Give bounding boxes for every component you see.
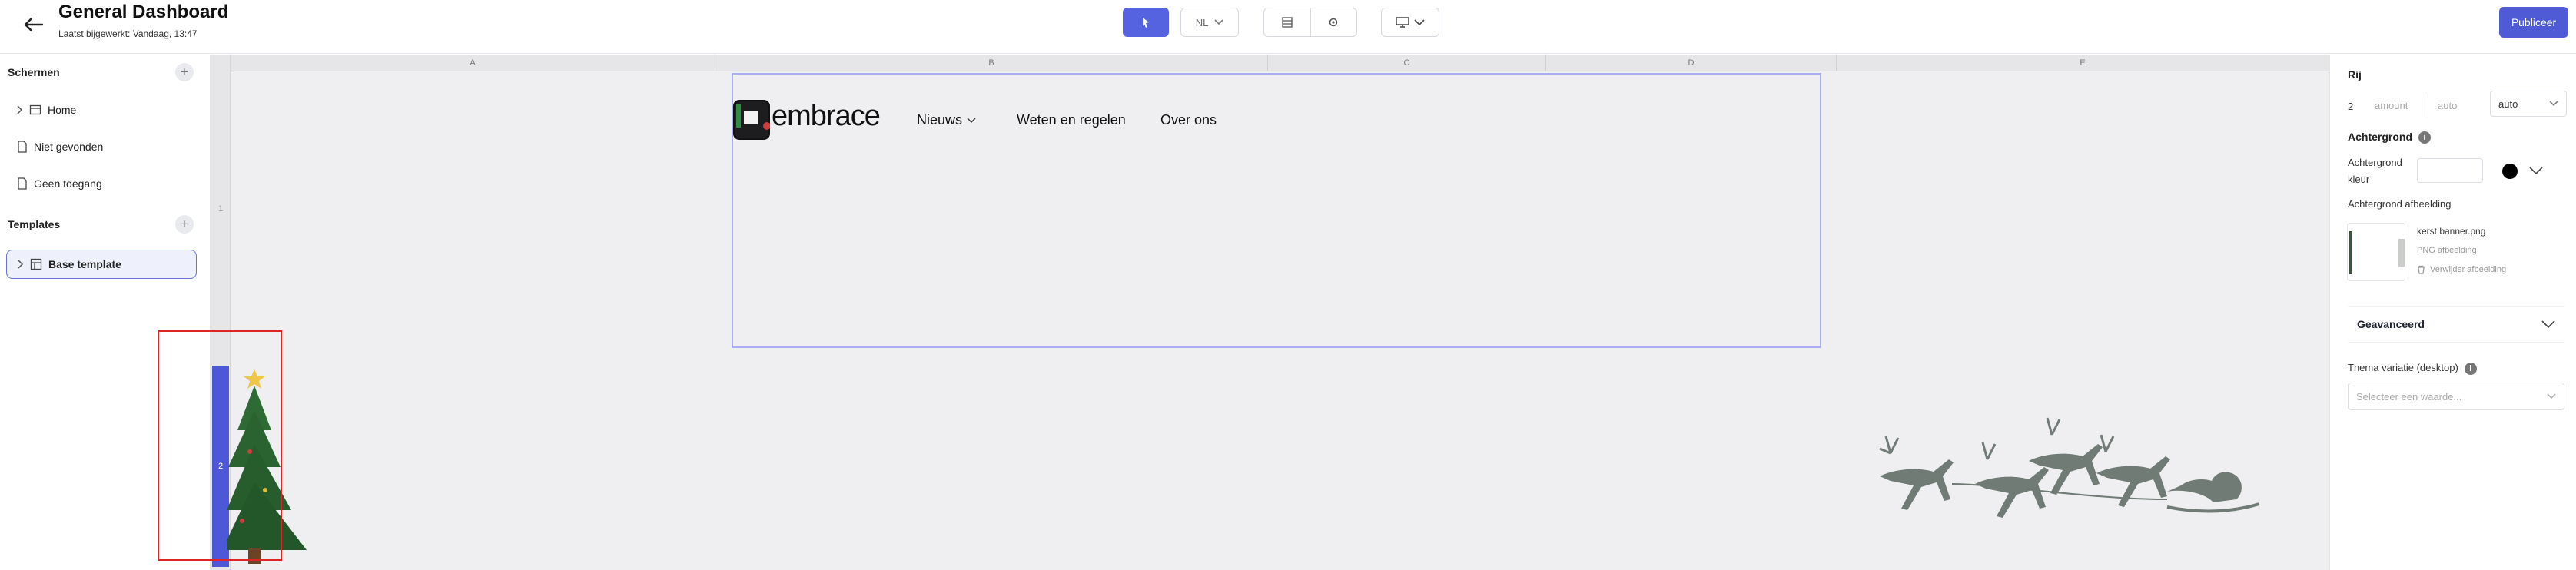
add-template-button[interactable]: + xyxy=(175,215,194,234)
back-button[interactable] xyxy=(17,8,51,41)
nav-item-weten-en-regelen[interactable]: Weten en regelen xyxy=(1017,112,1126,128)
info-icon[interactable]: i xyxy=(2464,362,2477,375)
sidebar-item-niet-gevonden[interactable]: Niet gevonden xyxy=(17,141,103,153)
layout-icon xyxy=(1282,17,1293,28)
column-header-b[interactable]: B xyxy=(715,55,1268,71)
language-value: NL xyxy=(1195,16,1209,28)
nav-label: Weten en regelen xyxy=(1017,112,1126,128)
language-select[interactable]: NL xyxy=(1180,8,1239,37)
desktop-icon xyxy=(1396,17,1409,28)
page-icon xyxy=(18,177,27,190)
screens-heading: Schermen xyxy=(8,66,60,78)
theme-variation-label: Thema variatie (desktop) xyxy=(2348,362,2458,373)
settings-view-button[interactable] xyxy=(1311,8,1357,36)
sidebar-item-base-template[interactable]: Base template xyxy=(6,250,197,279)
header-section[interactable] xyxy=(732,73,1821,348)
background-color-input[interactable] xyxy=(2417,158,2483,183)
row-heading: Rij xyxy=(2348,68,2362,81)
theme-variation-select[interactable]: Selecteer een waarde... xyxy=(2348,383,2564,410)
gear-icon xyxy=(1329,18,1338,27)
reindeer-sleigh-image xyxy=(1879,417,2260,518)
image-thumbnail[interactable] xyxy=(2347,223,2405,281)
column-header-d[interactable]: D xyxy=(1546,55,1837,71)
add-screen-button[interactable]: + xyxy=(175,63,194,81)
templates-heading: Templates xyxy=(8,218,61,230)
chevron-down-icon xyxy=(1414,18,1425,25)
nav-item-over-ons[interactable]: Over ons xyxy=(1160,112,1217,128)
row-value: 2 xyxy=(2348,101,2354,112)
nav-label: Nieuws xyxy=(917,112,963,128)
color-swatch[interactable] xyxy=(2502,164,2518,179)
row-amount-input[interactable]: amount xyxy=(2367,92,2428,118)
background-heading-label: Achtergrond xyxy=(2348,131,2412,143)
chevron-down-icon xyxy=(2547,393,2556,399)
column-header-c[interactable]: C xyxy=(1268,55,1546,71)
device-select[interactable] xyxy=(1381,8,1439,37)
chevron-down-icon[interactable] xyxy=(2529,167,2543,175)
chevron-down-icon xyxy=(967,118,976,123)
advanced-section-toggle[interactable]: Geavanceerd xyxy=(2348,306,2564,343)
remove-image-button[interactable]: Verwijder afbeelding xyxy=(2417,265,2506,274)
row-unit-select[interactable]: auto xyxy=(2490,91,2567,117)
chevron-right-icon xyxy=(17,105,23,114)
unit-value: auto xyxy=(2498,98,2518,110)
remove-image-label: Verwijder afbeelding xyxy=(2430,265,2507,274)
top-bar: General Dashboard Laatst bijgewerkt: Van… xyxy=(0,0,2576,54)
sidebar-item-label: Base template xyxy=(48,258,121,270)
auto-placeholder: auto xyxy=(2438,99,2458,111)
logo-mark-icon xyxy=(735,101,771,138)
theme-placeholder: Selecteer een waarde... xyxy=(2356,390,2462,403)
select-tool-button[interactable] xyxy=(1123,8,1169,37)
view-toggle xyxy=(1263,8,1357,37)
info-icon[interactable]: i xyxy=(2418,131,2431,144)
home-page-icon xyxy=(29,104,41,115)
sidebar-item-label: Geen toegang xyxy=(34,177,102,190)
chevron-down-icon xyxy=(2549,101,2558,107)
row-auto-input[interactable]: auto xyxy=(2430,92,2488,118)
sidebar-item-label: Home xyxy=(48,104,77,116)
last-updated: Laatst bijgewerkt: Vandaag, 13:47 xyxy=(58,28,198,39)
nav-item-nieuws[interactable]: Nieuws xyxy=(917,112,976,128)
page-icon xyxy=(18,141,27,153)
logo-icon xyxy=(733,100,771,140)
column-header-a[interactable]: A xyxy=(231,55,715,71)
background-image-label: Achtergrond afbeelding xyxy=(2348,198,2452,210)
cursor-icon xyxy=(1143,18,1149,28)
template-icon xyxy=(30,258,42,270)
image-name: kerst banner.png xyxy=(2417,226,2486,237)
column-header-e[interactable]: E xyxy=(1837,55,2329,71)
logo-text: embrace xyxy=(772,100,881,132)
sidebar-item-home[interactable]: Home xyxy=(17,104,76,116)
background-heading: Achtergrond i xyxy=(2348,131,2431,144)
row-number-1: 1 xyxy=(218,204,224,214)
arrow-left-icon xyxy=(24,17,44,32)
amount-placeholder: amount xyxy=(2375,99,2408,111)
sidebar-item-label: Niet gevonden xyxy=(34,141,104,153)
sidebar-item-geen-toegang[interactable]: Geen toegang xyxy=(17,177,102,190)
layout-view-button[interactable] xyxy=(1264,8,1311,36)
publish-button[interactable]: Publiceer xyxy=(2499,7,2568,38)
chevron-down-icon xyxy=(2541,320,2555,328)
nav-label: Over ons xyxy=(1160,112,1217,128)
theme-variation-label-row: Thema variatie (desktop) i xyxy=(2348,362,2477,375)
advanced-label: Geavanceerd xyxy=(2357,318,2425,330)
page-title: General Dashboard xyxy=(58,2,229,22)
background-color-label: Achtergrond kleur xyxy=(2348,157,2402,185)
image-type: PNG afbeelding xyxy=(2417,246,2477,255)
chevron-right-icon xyxy=(18,260,24,269)
selection-outline xyxy=(158,330,282,561)
chevron-down-icon xyxy=(1214,19,1223,25)
trash-icon xyxy=(2418,265,2425,274)
